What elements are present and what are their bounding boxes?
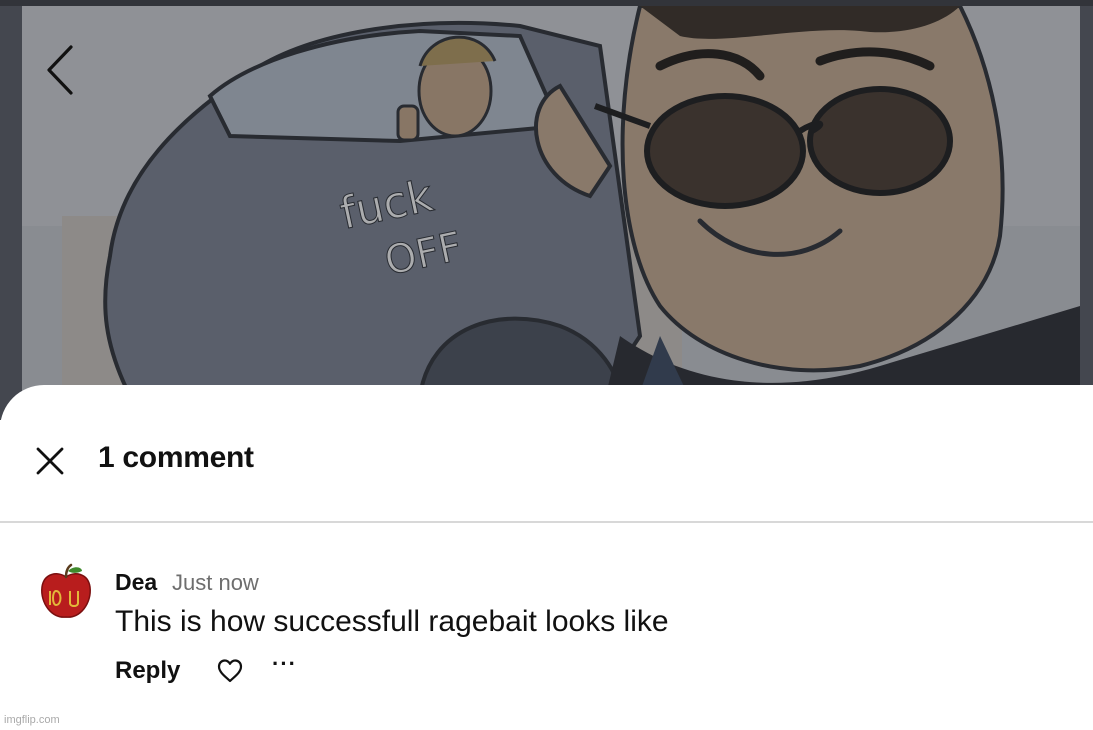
comments-count-title: 1 comment	[98, 441, 254, 474]
apple-avatar-icon	[41, 563, 91, 618]
imgflip-watermark: imgflip.com	[4, 714, 60, 726]
comment-text: This is how successfull ragebait looks l…	[115, 605, 669, 638]
back-button[interactable]	[30, 40, 90, 100]
comment-item: Dea Just now This is how successfull rag…	[0, 555, 1093, 695]
more-options-button[interactable]: ···	[272, 653, 300, 679]
close-icon	[36, 447, 64, 475]
comment-author[interactable]: Dea	[115, 569, 157, 596]
app-screen: fuck OFF 1 comment Dea Just now This is …	[0, 0, 1093, 730]
reply-button[interactable]: Reply	[115, 657, 180, 685]
post-image: fuck OFF	[0, 0, 1093, 420]
image-dim-overlay	[0, 0, 1093, 420]
comment-timestamp: Just now	[172, 570, 259, 595]
avatar[interactable]	[36, 563, 96, 623]
comments-sheet: 1 comment Dea Just now This is how succe…	[0, 385, 1093, 730]
heart-outline-icon	[217, 659, 243, 683]
like-button[interactable]	[216, 657, 244, 685]
close-button[interactable]	[30, 441, 70, 481]
ellipsis-icon: ···	[272, 651, 297, 676]
comments-sheet-header: 1 comment	[0, 385, 1093, 523]
chevron-left-icon	[47, 45, 73, 95]
